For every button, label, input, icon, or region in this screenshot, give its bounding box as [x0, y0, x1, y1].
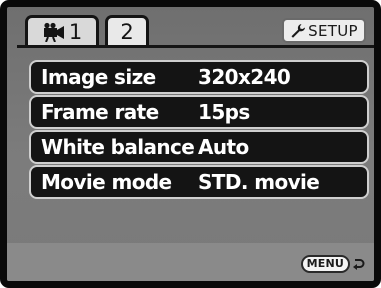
wrench-icon	[291, 23, 306, 38]
setup-button[interactable]: SETUP	[282, 18, 366, 43]
menu-item-image-size[interactable]: Image size 320x240	[29, 60, 369, 94]
menu-item-label: Movie mode	[41, 170, 172, 194]
menu-list: Image size 320x240 Frame rate 15ps White…	[29, 60, 369, 200]
menu-item-white-balance[interactable]: White balance Auto	[29, 130, 369, 164]
tab-movie-2[interactable]: 2	[105, 15, 149, 46]
menu-item-frame-rate[interactable]: Frame rate 15ps	[29, 95, 369, 129]
menu-item-value: STD. movie	[198, 170, 320, 194]
menu-key-label: MENU	[300, 255, 350, 273]
tab-label: 2	[120, 20, 134, 44]
setup-label: SETUP	[308, 21, 358, 40]
tab-label: 1	[68, 20, 83, 44]
menu-item-movie-mode[interactable]: Movie mode STD. movie	[29, 165, 369, 199]
menu-item-value: 15ps	[198, 100, 250, 124]
menu-return-hint[interactable]: MENU	[300, 255, 366, 273]
return-arrow-icon	[353, 259, 365, 270]
camera-screen: 1 2 SETUP Image size 320x240 Frame rate …	[0, 0, 381, 288]
menu-item-label: Image size	[41, 65, 156, 89]
tab-divider	[17, 45, 374, 48]
movie-camera-icon	[43, 22, 64, 42]
menu-item-label: Frame rate	[41, 100, 159, 124]
tab-movie-1[interactable]: 1	[25, 15, 99, 46]
menu-item-label: White balance	[41, 135, 195, 159]
menu-panel: 1 2 SETUP Image size 320x240 Frame rate …	[7, 7, 374, 281]
menu-item-value: 320x240	[198, 65, 291, 89]
menu-item-value: Auto	[198, 135, 249, 159]
footer-bar: MENU	[7, 243, 374, 281]
